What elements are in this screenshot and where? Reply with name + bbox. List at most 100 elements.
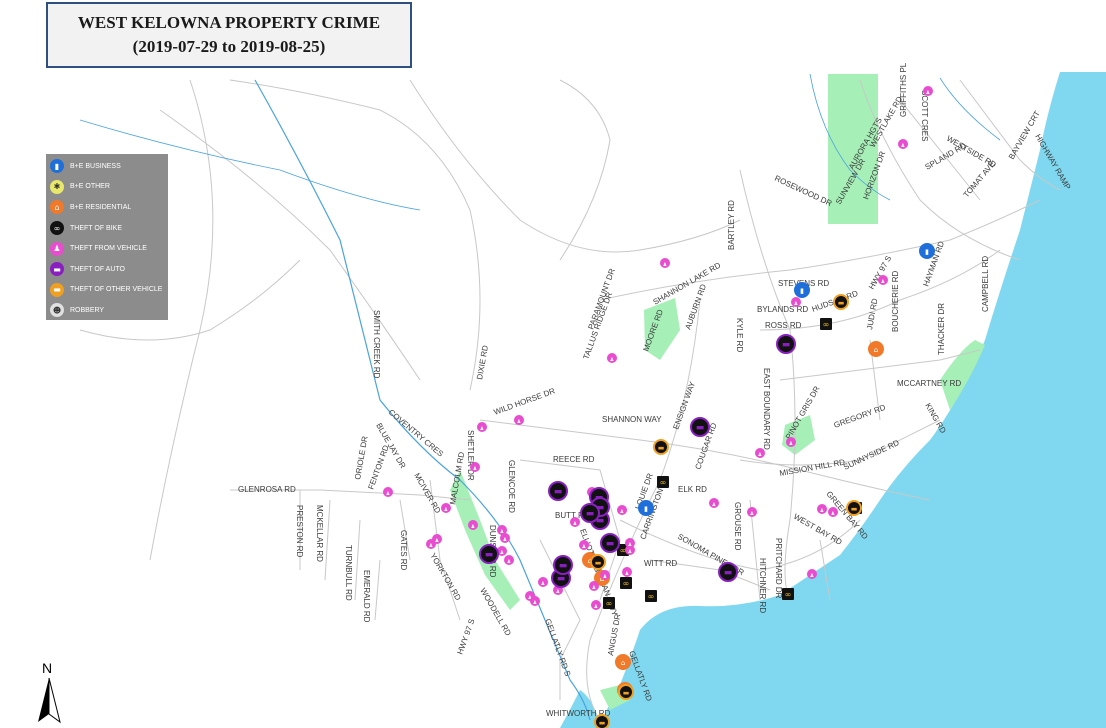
bike-incident-marker[interactable]: ∞ xyxy=(620,577,632,589)
legend-label: THEFT OF OTHER VEHICLE xyxy=(70,286,163,294)
road-label: GRIFFITHS PL xyxy=(899,62,908,117)
marker-glyph: ♟ xyxy=(620,509,624,515)
marker-glyph: ♟ xyxy=(712,502,716,508)
road-label: THACKER DR xyxy=(937,303,946,355)
car-incident-marker[interactable]: ▬ xyxy=(776,334,796,354)
person-incident-marker[interactable]: ♟ xyxy=(514,415,524,425)
road-label: KYLE RD xyxy=(735,318,744,352)
marker-glyph: ♟ xyxy=(471,524,475,530)
person-incident-marker[interactable]: ♟ xyxy=(747,507,757,517)
road-label: BYLANDS RD xyxy=(757,305,808,314)
person-incident-marker[interactable]: ♟ xyxy=(441,503,451,513)
person-incident-marker[interactable]: ♟ xyxy=(791,297,801,307)
building-icon: ▮ xyxy=(50,159,64,174)
person-incident-marker[interactable]: ♟ xyxy=(817,504,827,514)
person-incident-marker[interactable]: ♟ xyxy=(786,437,796,447)
legend-item: ✱ B+E OTHER xyxy=(50,177,164,198)
road xyxy=(354,519,361,601)
road-label: SUNNYSIDE RD xyxy=(842,438,901,472)
person-incident-marker[interactable]: ♟ xyxy=(898,139,908,149)
truck-incident-marker[interactable]: ▬ xyxy=(594,714,610,728)
bike-incident-marker[interactable]: ∞ xyxy=(820,318,832,330)
marker-glyph: ♟ xyxy=(473,466,477,472)
marker-glyph: ♟ xyxy=(533,600,537,606)
car-incident-marker[interactable]: ▬ xyxy=(600,533,620,553)
marker-glyph: ♟ xyxy=(758,452,762,458)
road-label: WITT RD xyxy=(644,559,677,568)
road-label: MISSION HILL RD xyxy=(779,458,846,478)
person-incident-marker[interactable]: ♟ xyxy=(600,570,610,580)
house-incident-marker[interactable]: ⌂ xyxy=(868,341,884,357)
road-label: GLENROSA RD xyxy=(238,485,296,494)
person-incident-marker[interactable]: ♟ xyxy=(468,520,478,530)
bike-incident-marker[interactable]: ∞ xyxy=(782,588,794,600)
house-incident-marker[interactable]: ⌂ xyxy=(615,654,631,670)
person-incident-marker[interactable]: ♟ xyxy=(538,577,548,587)
building-incident-marker[interactable]: ▮ xyxy=(919,243,935,259)
person-incident-marker[interactable]: ♟ xyxy=(432,534,442,544)
building-incident-marker[interactable]: ▮ xyxy=(794,282,810,298)
marker-glyph: ▮ xyxy=(644,505,648,513)
person-incident-marker[interactable]: ♟ xyxy=(878,275,888,285)
truck-incident-marker[interactable]: ▬ xyxy=(618,684,634,700)
truck-incident-marker[interactable]: ▬ xyxy=(653,439,669,455)
bike-glyph: ∞ xyxy=(648,592,655,601)
car-incident-marker[interactable]: ▬ xyxy=(580,503,600,523)
person-incident-marker[interactable]: ♟ xyxy=(755,448,765,458)
truck-incident-marker[interactable]: ▬ xyxy=(590,554,606,570)
marker-glyph: ▬ xyxy=(658,444,665,452)
person-incident-marker[interactable]: ♟ xyxy=(709,498,719,508)
truck-incident-marker[interactable]: ▬ xyxy=(846,500,862,516)
marker-glyph: ♟ xyxy=(810,573,814,579)
car-incident-marker[interactable]: ▬ xyxy=(479,544,499,564)
person-incident-marker[interactable]: ♟ xyxy=(383,487,393,497)
person-incident-marker[interactable]: ♟ xyxy=(607,353,617,363)
bike-glyph: ∞ xyxy=(623,579,630,588)
person-incident-marker[interactable]: ♟ xyxy=(530,596,540,606)
car-incident-marker[interactable]: ▬ xyxy=(548,481,568,501)
marker-glyph: ♟ xyxy=(831,511,835,517)
road-label: SMITH CREEK RD xyxy=(372,310,381,379)
person-incident-marker[interactable]: ♟ xyxy=(589,581,599,591)
map-canvas[interactable]: GLENROSA RD PRESTON RD MCKELLAR RD TURNBULL… xyxy=(0,0,1106,728)
person-incident-marker[interactable]: ♟ xyxy=(591,600,601,610)
person-incident-marker[interactable]: ♟ xyxy=(504,555,514,565)
bike-incident-marker[interactable]: ∞ xyxy=(645,590,657,602)
road-label: SHETLER DR xyxy=(466,430,475,481)
marker-glyph: ▬ xyxy=(623,689,630,697)
road xyxy=(374,559,381,621)
bike-incident-marker[interactable]: ∞ xyxy=(657,476,669,488)
road xyxy=(229,79,481,391)
person-incident-marker[interactable]: ♟ xyxy=(622,567,632,577)
building-incident-marker[interactable]: ▮ xyxy=(638,500,654,516)
person-incident-marker[interactable]: ♟ xyxy=(625,538,635,548)
person-incident-marker[interactable]: ♟ xyxy=(828,507,838,517)
road-label: CAMPBELL RD xyxy=(981,256,990,312)
road-label: AUBURN RD xyxy=(683,283,708,331)
map-date-range: (2019-07-29 to 2019-08-25) xyxy=(132,37,326,56)
car-incident-marker[interactable]: ▬ xyxy=(690,417,710,437)
car-icon: ▬ xyxy=(50,262,64,277)
person-incident-marker[interactable]: ♟ xyxy=(470,462,480,472)
marker-glyph: ♟ xyxy=(820,508,824,514)
road-label: ELK RD xyxy=(678,485,707,494)
truck-incident-marker[interactable]: ▬ xyxy=(833,294,849,310)
marker-glyph: ♟ xyxy=(444,507,448,513)
bike-incident-marker[interactable]: ∞ xyxy=(603,597,615,609)
marker-glyph: ♟ xyxy=(881,279,885,285)
person-incident-marker[interactable]: ♟ xyxy=(923,86,933,96)
person-incident-marker[interactable]: ♟ xyxy=(660,258,670,268)
person-incident-marker[interactable]: ♟ xyxy=(579,540,589,550)
person-incident-marker[interactable]: ♟ xyxy=(477,422,487,432)
person-incident-marker[interactable]: ♟ xyxy=(570,517,580,527)
person-incident-marker[interactable]: ♟ xyxy=(617,505,627,515)
car-incident-marker[interactable]: ▬ xyxy=(718,562,738,582)
road-label: SHANNON WAY xyxy=(602,415,662,424)
car-incident-marker[interactable]: ▬ xyxy=(553,555,573,575)
road-label: REECE RD xyxy=(553,455,595,464)
map-title-box: WEST KELOWNA PROPERTY CRIME (2019-07-29 … xyxy=(46,2,412,68)
person-incident-marker[interactable]: ♟ xyxy=(500,533,510,543)
person-incident-marker[interactable]: ♟ xyxy=(807,569,817,579)
road-label: EAST BOUNDARY RD xyxy=(762,368,771,450)
marker-glyph: ▬ xyxy=(696,423,705,433)
